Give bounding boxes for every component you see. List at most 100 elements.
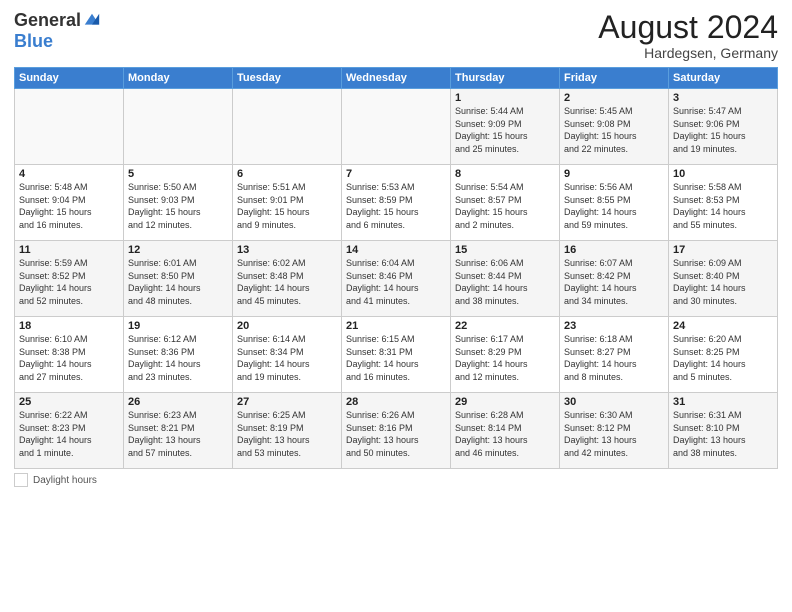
table-row: 8Sunrise: 5:54 AM Sunset: 8:57 PM Daylig…: [451, 165, 560, 241]
table-row: 3Sunrise: 5:47 AM Sunset: 9:06 PM Daylig…: [669, 89, 778, 165]
day-number: 28: [346, 396, 446, 408]
col-friday: Friday: [560, 68, 669, 89]
day-info: Sunrise: 6:14 AM Sunset: 8:34 PM Dayligh…: [237, 333, 337, 383]
day-info: Sunrise: 6:15 AM Sunset: 8:31 PM Dayligh…: [346, 333, 446, 383]
day-info: Sunrise: 5:44 AM Sunset: 9:09 PM Dayligh…: [455, 105, 555, 155]
col-monday: Monday: [124, 68, 233, 89]
table-row: 5Sunrise: 5:50 AM Sunset: 9:03 PM Daylig…: [124, 165, 233, 241]
day-info: Sunrise: 5:45 AM Sunset: 9:08 PM Dayligh…: [564, 105, 664, 155]
table-row: 4Sunrise: 5:48 AM Sunset: 9:04 PM Daylig…: [15, 165, 124, 241]
header: General Blue August 2024 Hardegsen, Germ…: [14, 10, 778, 61]
day-number: 3: [673, 92, 773, 104]
day-number: 22: [455, 320, 555, 332]
table-row: 1Sunrise: 5:44 AM Sunset: 9:09 PM Daylig…: [451, 89, 560, 165]
col-thursday: Thursday: [451, 68, 560, 89]
day-info: Sunrise: 6:28 AM Sunset: 8:14 PM Dayligh…: [455, 409, 555, 459]
calendar-week-row: 18Sunrise: 6:10 AM Sunset: 8:38 PM Dayli…: [15, 317, 778, 393]
day-info: Sunrise: 6:06 AM Sunset: 8:44 PM Dayligh…: [455, 257, 555, 307]
table-row: 14Sunrise: 6:04 AM Sunset: 8:46 PM Dayli…: [342, 241, 451, 317]
logo-icon: [83, 12, 101, 30]
location-subtitle: Hardegsen, Germany: [598, 45, 778, 61]
day-number: 1: [455, 92, 555, 104]
day-info: Sunrise: 5:58 AM Sunset: 8:53 PM Dayligh…: [673, 181, 773, 231]
day-info: Sunrise: 6:20 AM Sunset: 8:25 PM Dayligh…: [673, 333, 773, 383]
calendar-table: Sunday Monday Tuesday Wednesday Thursday…: [14, 67, 778, 469]
day-info: Sunrise: 5:50 AM Sunset: 9:03 PM Dayligh…: [128, 181, 228, 231]
logo-general: General: [14, 10, 81, 31]
table-row: 20Sunrise: 6:14 AM Sunset: 8:34 PM Dayli…: [233, 317, 342, 393]
day-info: Sunrise: 5:59 AM Sunset: 8:52 PM Dayligh…: [19, 257, 119, 307]
day-info: Sunrise: 6:12 AM Sunset: 8:36 PM Dayligh…: [128, 333, 228, 383]
logo-text: General: [14, 10, 101, 31]
title-block: August 2024 Hardegsen, Germany: [598, 10, 778, 61]
table-row: 21Sunrise: 6:15 AM Sunset: 8:31 PM Dayli…: [342, 317, 451, 393]
day-info: Sunrise: 6:23 AM Sunset: 8:21 PM Dayligh…: [128, 409, 228, 459]
calendar-header-row: Sunday Monday Tuesday Wednesday Thursday…: [15, 68, 778, 89]
day-info: Sunrise: 6:17 AM Sunset: 8:29 PM Dayligh…: [455, 333, 555, 383]
day-number: 17: [673, 244, 773, 256]
day-info: Sunrise: 6:04 AM Sunset: 8:46 PM Dayligh…: [346, 257, 446, 307]
day-info: Sunrise: 6:30 AM Sunset: 8:12 PM Dayligh…: [564, 409, 664, 459]
day-number: 2: [564, 92, 664, 104]
day-info: Sunrise: 6:22 AM Sunset: 8:23 PM Dayligh…: [19, 409, 119, 459]
table-row: 25Sunrise: 6:22 AM Sunset: 8:23 PM Dayli…: [15, 393, 124, 469]
month-year-title: August 2024: [598, 10, 778, 45]
day-info: Sunrise: 6:01 AM Sunset: 8:50 PM Dayligh…: [128, 257, 228, 307]
logo-blue: Blue: [14, 31, 53, 51]
day-info: Sunrise: 6:10 AM Sunset: 8:38 PM Dayligh…: [19, 333, 119, 383]
table-row: 6Sunrise: 5:51 AM Sunset: 9:01 PM Daylig…: [233, 165, 342, 241]
day-number: 6: [237, 168, 337, 180]
day-number: 14: [346, 244, 446, 256]
table-row: [233, 89, 342, 165]
table-row: 10Sunrise: 5:58 AM Sunset: 8:53 PM Dayli…: [669, 165, 778, 241]
legend-label: Daylight hours: [33, 475, 97, 486]
day-number: 5: [128, 168, 228, 180]
col-tuesday: Tuesday: [233, 68, 342, 89]
day-number: 18: [19, 320, 119, 332]
table-row: 16Sunrise: 6:07 AM Sunset: 8:42 PM Dayli…: [560, 241, 669, 317]
day-number: 30: [564, 396, 664, 408]
day-number: 27: [237, 396, 337, 408]
calendar-week-row: 4Sunrise: 5:48 AM Sunset: 9:04 PM Daylig…: [15, 165, 778, 241]
day-number: 25: [19, 396, 119, 408]
table-row: 29Sunrise: 6:28 AM Sunset: 8:14 PM Dayli…: [451, 393, 560, 469]
table-row: 23Sunrise: 6:18 AM Sunset: 8:27 PM Dayli…: [560, 317, 669, 393]
table-row: [124, 89, 233, 165]
table-row: 19Sunrise: 6:12 AM Sunset: 8:36 PM Dayli…: [124, 317, 233, 393]
day-number: 24: [673, 320, 773, 332]
table-row: 27Sunrise: 6:25 AM Sunset: 8:19 PM Dayli…: [233, 393, 342, 469]
table-row: 24Sunrise: 6:20 AM Sunset: 8:25 PM Dayli…: [669, 317, 778, 393]
day-info: Sunrise: 6:09 AM Sunset: 8:40 PM Dayligh…: [673, 257, 773, 307]
day-number: 20: [237, 320, 337, 332]
day-info: Sunrise: 6:02 AM Sunset: 8:48 PM Dayligh…: [237, 257, 337, 307]
day-info: Sunrise: 5:51 AM Sunset: 9:01 PM Dayligh…: [237, 181, 337, 231]
day-info: Sunrise: 6:25 AM Sunset: 8:19 PM Dayligh…: [237, 409, 337, 459]
table-row: 17Sunrise: 6:09 AM Sunset: 8:40 PM Dayli…: [669, 241, 778, 317]
table-row: 13Sunrise: 6:02 AM Sunset: 8:48 PM Dayli…: [233, 241, 342, 317]
table-row: 12Sunrise: 6:01 AM Sunset: 8:50 PM Dayli…: [124, 241, 233, 317]
table-row: [15, 89, 124, 165]
day-number: 23: [564, 320, 664, 332]
day-number: 13: [237, 244, 337, 256]
day-number: 9: [564, 168, 664, 180]
page-container: General Blue August 2024 Hardegsen, Germ…: [0, 0, 792, 612]
calendar-week-row: 11Sunrise: 5:59 AM Sunset: 8:52 PM Dayli…: [15, 241, 778, 317]
day-info: Sunrise: 5:47 AM Sunset: 9:06 PM Dayligh…: [673, 105, 773, 155]
calendar-week-row: 1Sunrise: 5:44 AM Sunset: 9:09 PM Daylig…: [15, 89, 778, 165]
day-number: 12: [128, 244, 228, 256]
table-row: 11Sunrise: 5:59 AM Sunset: 8:52 PM Dayli…: [15, 241, 124, 317]
day-number: 15: [455, 244, 555, 256]
day-number: 8: [455, 168, 555, 180]
day-info: Sunrise: 6:31 AM Sunset: 8:10 PM Dayligh…: [673, 409, 773, 459]
table-row: 7Sunrise: 5:53 AM Sunset: 8:59 PM Daylig…: [342, 165, 451, 241]
day-number: 21: [346, 320, 446, 332]
table-row: 9Sunrise: 5:56 AM Sunset: 8:55 PM Daylig…: [560, 165, 669, 241]
table-row: 18Sunrise: 6:10 AM Sunset: 8:38 PM Dayli…: [15, 317, 124, 393]
day-number: 31: [673, 396, 773, 408]
day-info: Sunrise: 5:54 AM Sunset: 8:57 PM Dayligh…: [455, 181, 555, 231]
day-info: Sunrise: 5:53 AM Sunset: 8:59 PM Dayligh…: [346, 181, 446, 231]
calendar-week-row: 25Sunrise: 6:22 AM Sunset: 8:23 PM Dayli…: [15, 393, 778, 469]
day-info: Sunrise: 5:48 AM Sunset: 9:04 PM Dayligh…: [19, 181, 119, 231]
day-info: Sunrise: 6:18 AM Sunset: 8:27 PM Dayligh…: [564, 333, 664, 383]
table-row: 28Sunrise: 6:26 AM Sunset: 8:16 PM Dayli…: [342, 393, 451, 469]
